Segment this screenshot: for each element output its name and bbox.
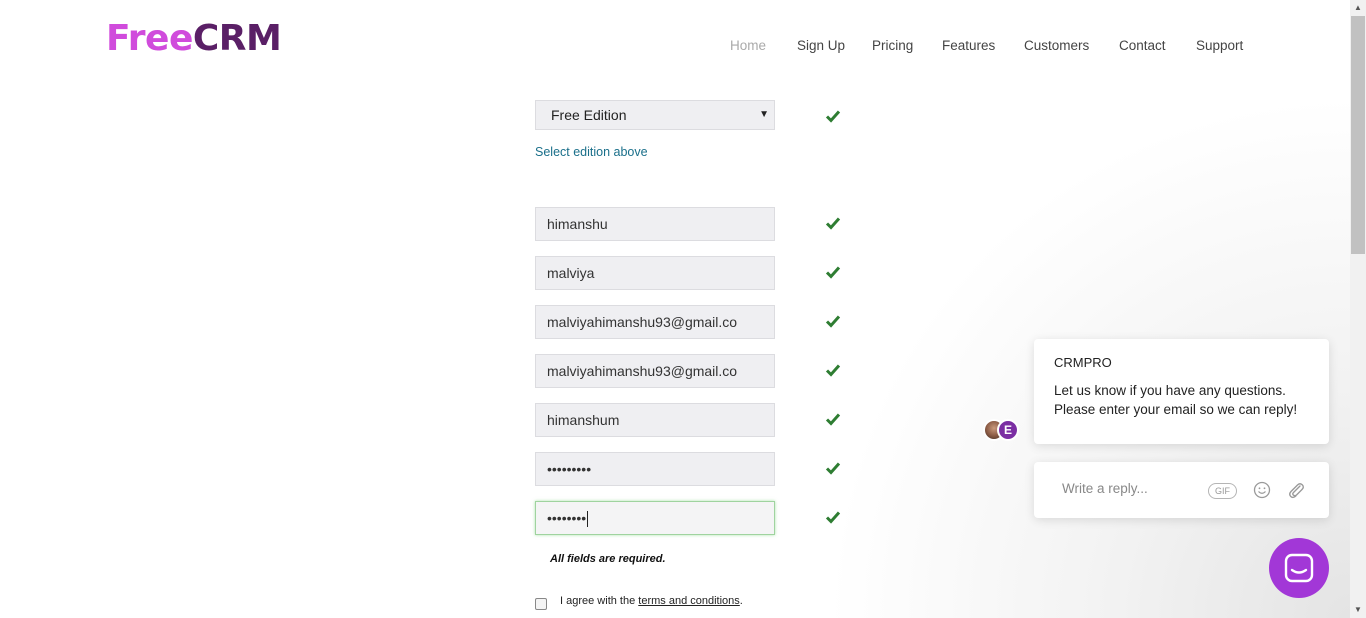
check-icon bbox=[825, 217, 841, 230]
dropdown-arrow-icon: ▼ bbox=[759, 109, 769, 120]
check-icon bbox=[825, 413, 841, 426]
chat-message-card[interactable]: CRMPRO Let us know if you have any quest… bbox=[1034, 339, 1329, 444]
chat-message-line: Let us know if you have any questions. bbox=[1054, 383, 1286, 398]
logo-free: Free bbox=[106, 18, 193, 59]
confirm-password-value: •••••••• bbox=[547, 510, 587, 526]
required-note: All fields are required. bbox=[550, 553, 666, 565]
text-caret bbox=[587, 511, 589, 528]
page-scrollbar[interactable]: ▲ ▼ bbox=[1350, 0, 1366, 618]
gif-icon[interactable]: GIF bbox=[1208, 483, 1237, 499]
first-name-field[interactable]: himanshu bbox=[535, 207, 775, 241]
nav-features[interactable]: Features bbox=[942, 38, 995, 53]
nav-contact[interactable]: Contact bbox=[1119, 38, 1166, 53]
smiley-icon[interactable] bbox=[1253, 481, 1271, 499]
terms-prefix: I agree with the bbox=[560, 595, 639, 607]
check-icon bbox=[825, 511, 841, 524]
check-icon bbox=[825, 110, 841, 123]
confirm-password-field[interactable]: •••••••• bbox=[535, 501, 775, 535]
nav-support[interactable]: Support bbox=[1196, 38, 1243, 53]
chat-title: CRMPRO bbox=[1054, 355, 1112, 370]
terms-checkbox[interactable] bbox=[535, 598, 547, 610]
last-name-field[interactable]: malviya bbox=[535, 256, 775, 290]
nav-home[interactable]: Home bbox=[730, 38, 766, 53]
scroll-up-icon[interactable]: ▲ bbox=[1350, 0, 1366, 16]
check-icon bbox=[825, 364, 841, 377]
check-icon bbox=[825, 315, 841, 328]
password-field[interactable]: ••••••••• bbox=[535, 452, 775, 486]
email-field[interactable]: malviyahimanshu93@gmail.co bbox=[535, 305, 775, 339]
nav-sign-up[interactable]: Sign Up bbox=[797, 38, 845, 53]
avatar-letter: E bbox=[997, 419, 1019, 441]
paperclip-icon[interactable] bbox=[1286, 480, 1306, 500]
nav-customers[interactable]: Customers bbox=[1024, 38, 1089, 53]
check-icon bbox=[825, 266, 841, 279]
edition-select[interactable]: Free Edition ▼ bbox=[535, 100, 775, 130]
confirm-email-field[interactable]: malviyahimanshu93@gmail.co bbox=[535, 354, 775, 388]
chat-message: Let us know if you have any questions. P… bbox=[1054, 381, 1297, 419]
terms-label: I agree with the terms and conditions. bbox=[560, 595, 743, 607]
reply-input[interactable]: Write a reply... bbox=[1062, 481, 1148, 496]
chat-message-line: Please enter your email so we can reply! bbox=[1054, 402, 1298, 417]
logo-crm: CRM bbox=[192, 18, 282, 59]
check-icon bbox=[825, 462, 841, 475]
username-field[interactable]: himanshum bbox=[535, 403, 775, 437]
chat-launcher-button[interactable] bbox=[1269, 538, 1329, 598]
chat-reply-box[interactable]: Write a reply... GIF bbox=[1034, 462, 1329, 518]
edition-hint: Select edition above bbox=[535, 145, 648, 159]
chat-bubble-icon bbox=[1284, 553, 1314, 583]
scroll-down-icon[interactable]: ▼ bbox=[1350, 602, 1366, 618]
freecrm-logo[interactable]: FreeCRM bbox=[106, 18, 282, 59]
scrollbar-thumb[interactable] bbox=[1351, 16, 1365, 254]
terms-link[interactable]: terms and conditions bbox=[638, 595, 740, 607]
terms-suffix: . bbox=[739, 595, 743, 607]
edition-select-value: Free Edition bbox=[551, 107, 627, 123]
nav-pricing[interactable]: Pricing bbox=[872, 38, 913, 53]
chat-avatars: E bbox=[983, 419, 1023, 441]
